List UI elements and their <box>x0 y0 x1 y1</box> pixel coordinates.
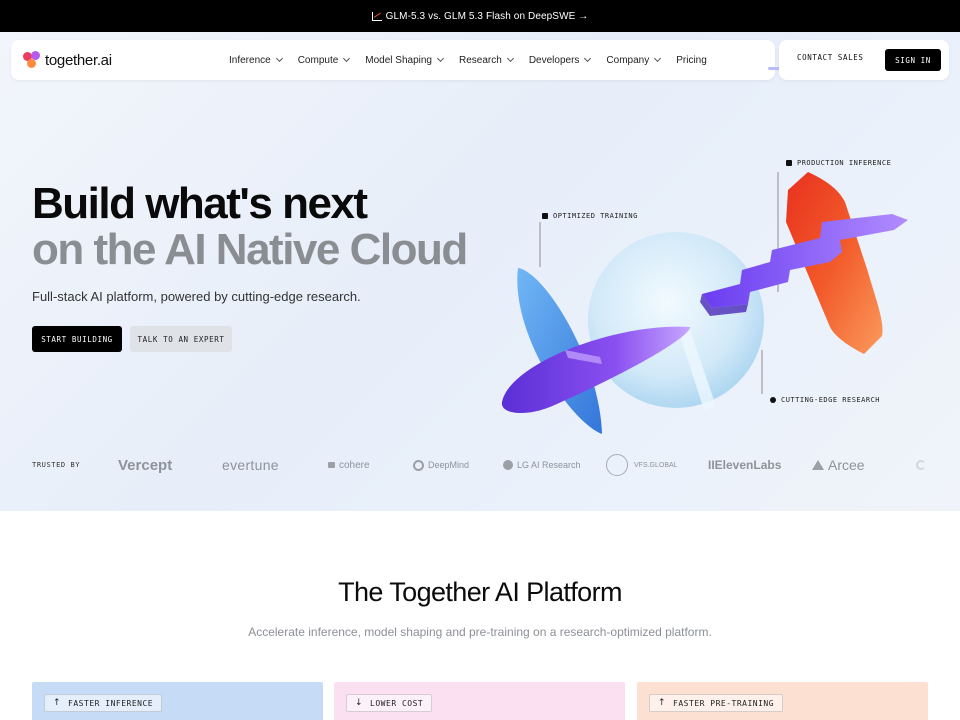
brand-logo-cohere: cohere <box>328 451 370 479</box>
platform-subtitle: Accelerate inference, model shaping and … <box>248 625 712 639</box>
card-tag: ↓ LOWER COST <box>346 694 433 712</box>
brand-logo-deepmind: DeepMind <box>413 451 469 479</box>
brand-logo-vercept: Vercept <box>118 451 172 479</box>
brand-name: cohere <box>339 459 370 471</box>
chevron-down-icon <box>584 54 592 63</box>
card-tag-label: LOWER COST <box>370 698 424 708</box>
brand-logo-partial <box>916 451 930 479</box>
hero-illustration: PRODUCTION INFERENCE OPTIMIZED TRAINING … <box>490 122 930 452</box>
nav-item-research[interactable]: Research <box>459 54 514 66</box>
nav-item-pricing[interactable]: Pricing <box>676 55 707 66</box>
nav-item-label: Research <box>459 54 502 66</box>
square-icon <box>786 160 792 166</box>
logo-text: together.ai <box>45 51 112 69</box>
callout-label: PRODUCTION INFERENCE <box>797 159 892 167</box>
chevron-down-icon <box>275 54 283 63</box>
nav-item-label: Pricing <box>676 54 707 66</box>
nav-item-compute[interactable]: Compute <box>297 54 351 66</box>
trusted-logos-row: Vercept evertune cohere DeepMind LG AI R… <box>118 451 938 479</box>
main-nav: together.ai Inference Compute Model Shap… <box>11 40 786 80</box>
brand-logo-evertune: evertune <box>222 451 279 479</box>
brand-logo-elevenlabs: IIElevenLabs <box>708 451 781 479</box>
logo[interactable]: together.ai <box>23 50 112 70</box>
platform-title: The Together AI Platform <box>338 577 622 607</box>
nav-item-label: Compute <box>297 54 339 66</box>
brand-logo-vfs-global: VFS.GLOBAL <box>606 451 678 479</box>
nav-menu: Inference Compute Model Shaping Research… <box>229 40 723 80</box>
announcement-text[interactable]: GLM-5.3 vs. GLM 5.3 Flash on DeepSWE → <box>386 11 589 22</box>
arrow-up-icon: ↑ <box>658 698 667 708</box>
hero-section: together.ai Inference Compute Model Shap… <box>0 32 960 511</box>
chevron-down-icon <box>343 54 351 63</box>
nav-item-developers[interactable]: Developers <box>528 54 592 66</box>
logo-mark-icon <box>23 51 43 69</box>
nav-item-label: Company <box>606 54 650 66</box>
nav-item-label: Inference <box>229 54 271 66</box>
callout-optimized-training: OPTIMIZED TRAINING <box>542 212 638 220</box>
cohere-mark-icon <box>328 462 335 468</box>
nav-actions: CONTACT SALES SIGN IN <box>779 40 949 80</box>
circle-icon <box>770 397 776 403</box>
arcee-mark-icon <box>812 460 824 470</box>
card-tag: ↑ FASTER PRE-TRAINING <box>649 694 784 712</box>
deepmind-mark-icon <box>413 459 424 471</box>
start-building-button[interactable]: START BUILDING <box>32 326 122 352</box>
chevron-down-icon <box>506 54 514 63</box>
brand-logo-arcee: Arcee <box>812 451 865 479</box>
brand-name: DeepMind <box>428 460 470 470</box>
hero-headline-secondary: on the AI Native Cloud <box>32 225 468 274</box>
nav-item-label: Model Shaping <box>365 54 432 66</box>
card-tag-label: FASTER INFERENCE <box>68 698 154 708</box>
contact-sales-button[interactable]: CONTACT SALES <box>797 53 864 62</box>
partial-logo-icon <box>916 460 926 470</box>
chevron-down-icon <box>436 54 445 63</box>
arrow-down-icon: ↓ <box>355 698 364 708</box>
callout-label: CUTTING-EDGE RESEARCH <box>781 396 881 404</box>
hero-headline: Build what's next <box>32 179 368 228</box>
callout-cutting-edge-research: CUTTING-EDGE RESEARCH <box>770 396 880 404</box>
nav-item-company[interactable]: Company <box>606 54 662 66</box>
card-tag-label: FASTER PRE-TRAINING <box>673 698 775 708</box>
hero-subline: Full-stack AI platform, powered by cutti… <box>32 289 361 304</box>
nav-item-inference[interactable]: Inference <box>229 54 283 66</box>
card-faster-pre-training[interactable]: ↑ FASTER PRE-TRAINING <box>637 682 928 720</box>
square-icon <box>542 213 548 219</box>
brand-logo-lg-ai-research: LG AI Research <box>503 451 581 479</box>
brand-name: LG AI Research <box>517 460 581 470</box>
brand-name: Arcee <box>828 457 865 473</box>
chevron-down-icon <box>654 54 662 63</box>
talk-to-expert-button[interactable]: TALK TO AN EXPERT <box>130 326 232 352</box>
sign-in-button[interactable]: SIGN IN <box>885 49 941 71</box>
nav-item-model-shaping[interactable]: Model Shaping <box>365 54 445 66</box>
nav-item-label: Developers <box>528 54 580 66</box>
trusted-by-label: TRUSTED BY <box>32 461 81 469</box>
vfs-seal-icon <box>606 454 628 476</box>
callout-production-inference: PRODUCTION INFERENCE <box>786 159 891 167</box>
brand-name: Vercept <box>118 456 173 474</box>
brand-name: IIElevenLabs <box>708 458 782 472</box>
arrow-up-icon: ↑ <box>53 698 62 708</box>
announcement-bar[interactable]: GLM-5.3 vs. GLM 5.3 Flash on DeepSWE → <box>0 0 960 32</box>
brand-name: evertune <box>222 457 279 473</box>
card-lower-cost[interactable]: ↓ LOWER COST <box>334 682 625 720</box>
card-tag: ↑ FASTER INFERENCE <box>44 694 163 712</box>
lg-mark-icon <box>503 460 513 470</box>
brand-name: VFS.GLOBAL <box>634 461 678 469</box>
card-faster-inference[interactable]: ↑ FASTER INFERENCE <box>32 682 323 720</box>
chart-icon <box>371 11 382 21</box>
callout-label: OPTIMIZED TRAINING <box>553 212 638 220</box>
